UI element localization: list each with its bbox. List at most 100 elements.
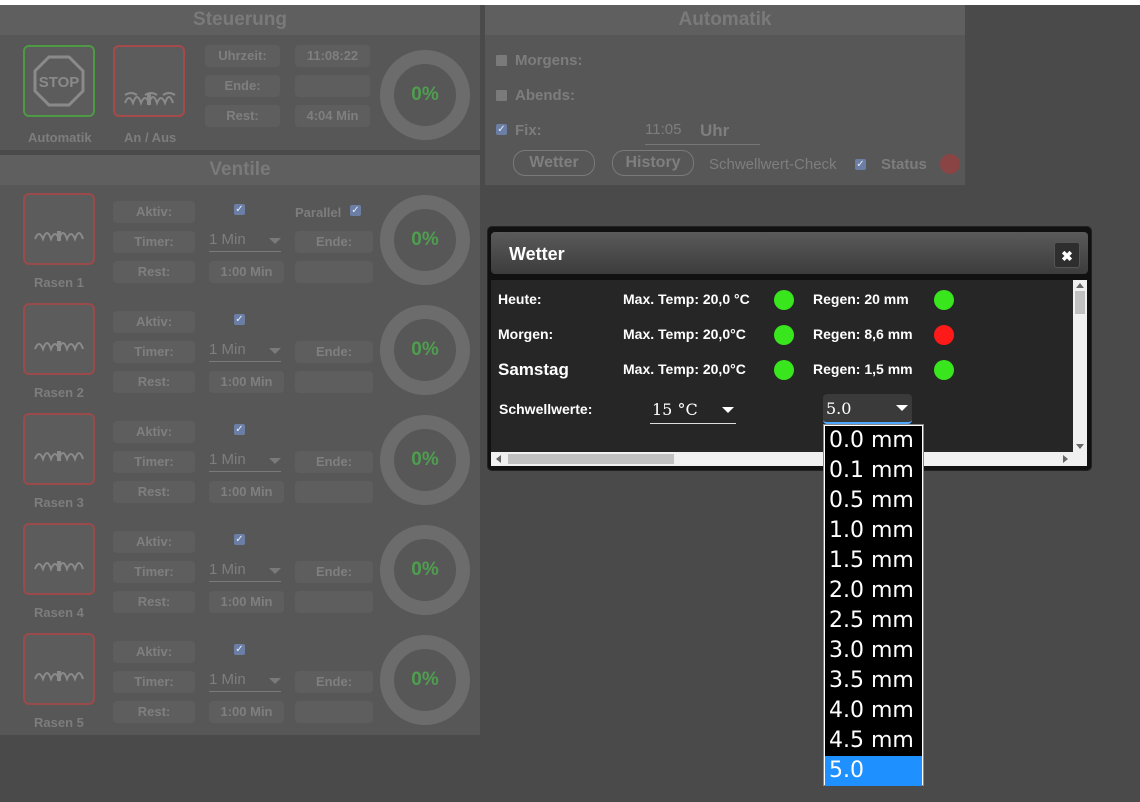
scroll-down-icon[interactable] bbox=[1076, 444, 1084, 449]
an-aus-label: An / Aus bbox=[124, 130, 177, 145]
rain-option[interactable]: 1.5 mm bbox=[825, 546, 922, 576]
ende-value bbox=[295, 481, 373, 503]
ventil-name: Rasen 2 bbox=[34, 385, 84, 400]
aktiv-checkbox[interactable]: ✓ bbox=[234, 424, 245, 435]
sprinkler-icon bbox=[34, 561, 84, 572]
rain-text: Regen: 8,6 mm bbox=[813, 326, 913, 342]
temp-status-dot bbox=[774, 325, 794, 345]
temp-text: Max. Temp: 20,0°C bbox=[623, 361, 746, 377]
ende-label: Ende: bbox=[295, 561, 373, 583]
sprinkler-icon bbox=[34, 231, 84, 242]
caret-down-icon bbox=[269, 348, 281, 354]
ventil-toggle-button[interactable] bbox=[23, 303, 95, 375]
timer-select[interactable]: 1 Min bbox=[209, 341, 281, 362]
timer-select[interactable]: 1 Min bbox=[209, 451, 281, 472]
scroll-thumb[interactable] bbox=[508, 454, 674, 464]
rest-value: 1:00 Min bbox=[209, 481, 284, 503]
aktiv-checkbox[interactable]: ✓ bbox=[234, 534, 245, 545]
aktiv-checkbox[interactable]: ✓ bbox=[234, 314, 245, 325]
ende-label: Ende: bbox=[295, 231, 373, 253]
history-button[interactable]: History bbox=[612, 150, 694, 176]
abends-checkbox[interactable] bbox=[496, 90, 507, 101]
rest-label: Rest: bbox=[113, 701, 195, 723]
fix-unit: Uhr bbox=[700, 121, 730, 140]
ventil-name: Rasen 1 bbox=[34, 275, 84, 290]
timer-value: 1 Min bbox=[209, 561, 246, 578]
timer-value: 1 Min bbox=[209, 231, 246, 248]
rain-threshold-select[interactable]: 5.0 bbox=[823, 394, 912, 424]
temp-status-dot bbox=[774, 360, 794, 380]
aktiv-label: Aktiv: bbox=[113, 421, 195, 443]
scroll-thumb[interactable] bbox=[1075, 291, 1085, 314]
caret-down-icon bbox=[269, 458, 281, 464]
rain-option[interactable]: 0.5 mm bbox=[825, 486, 922, 516]
morgens-checkbox[interactable] bbox=[496, 55, 507, 66]
parallel-checkbox[interactable]: ✓ bbox=[350, 205, 361, 216]
fix-checkbox[interactable]: ✓ bbox=[496, 124, 507, 135]
vertical-scrollbar[interactable] bbox=[1073, 280, 1087, 452]
ventil-toggle-button[interactable] bbox=[23, 193, 95, 265]
ventil-toggle-button[interactable] bbox=[23, 633, 95, 705]
ventil-toggle-button[interactable] bbox=[23, 413, 95, 485]
timer-select[interactable]: 1 Min bbox=[209, 561, 281, 582]
horizontal-scrollbar[interactable] bbox=[491, 452, 1073, 466]
caret-down-icon bbox=[896, 405, 908, 411]
ventil-name: Rasen 5 bbox=[34, 715, 84, 730]
status-indicator bbox=[940, 154, 960, 174]
fix-underline bbox=[645, 144, 760, 145]
rain-threshold-dropdown: 0.0 mm 0.1 mm 0.5 mm 1.0 mm 1.5 mm 2.0 mm 2.5 … bbox=[823, 424, 924, 786]
rain-option[interactable]: 1.0 mm bbox=[825, 516, 922, 546]
timer-label: Timer: bbox=[113, 561, 195, 583]
scroll-left-icon[interactable] bbox=[496, 455, 501, 463]
rain-option[interactable]: 5.0 bbox=[825, 756, 922, 786]
timer-select[interactable]: 1 Min bbox=[209, 231, 281, 252]
status-label: Status bbox=[881, 156, 927, 173]
ende-value bbox=[295, 371, 373, 393]
rain-option[interactable]: 2.0 mm bbox=[825, 576, 922, 606]
aktiv-checkbox[interactable]: ✓ bbox=[234, 644, 245, 655]
rain-option[interactable]: 0.0 mm bbox=[825, 426, 922, 456]
schwellwert-checkbox[interactable]: ✓ bbox=[855, 159, 866, 170]
sprinkler-icon bbox=[34, 341, 84, 352]
temp-text: Max. Temp: 20,0 °C bbox=[623, 291, 750, 307]
ventile-panel: Ventile Rasen 1 Aktiv: ✓ Parallel ✓ Time… bbox=[0, 155, 480, 735]
stop-sign-icon: STOP bbox=[33, 55, 85, 107]
rest-value: 1:00 Min bbox=[209, 261, 284, 283]
rain-text: Regen: 1,5 mm bbox=[813, 361, 913, 377]
rain-option[interactable]: 4.5 mm bbox=[825, 726, 922, 756]
timer-select[interactable]: 1 Min bbox=[209, 671, 281, 692]
temp-text: Max. Temp: 20,0°C bbox=[623, 326, 746, 342]
scroll-right-icon[interactable] bbox=[1063, 455, 1068, 463]
rest-label: Rest: bbox=[113, 481, 195, 503]
rain-option[interactable]: 3.5 mm bbox=[825, 666, 922, 696]
wetter-button[interactable]: Wetter bbox=[513, 150, 595, 176]
rain-option[interactable]: 4.0 mm bbox=[825, 696, 922, 726]
ventil-name: Rasen 3 bbox=[34, 495, 84, 510]
rest-value: 4:04 Min bbox=[295, 105, 370, 127]
rain-option[interactable]: 2.5 mm bbox=[825, 606, 922, 636]
stop-label: STOP bbox=[39, 74, 80, 91]
timer-value: 1 Min bbox=[209, 671, 246, 688]
automatik-panel: Automatik Morgens: Abends: ✓ Fix: 11:05 … bbox=[485, 5, 965, 185]
dialog-body: Heute: Max. Temp: 20,0 °C Regen: 20 mm M… bbox=[491, 280, 1073, 452]
timer-label: Timer: bbox=[113, 231, 195, 253]
aktiv-checkbox[interactable]: ✓ bbox=[234, 204, 245, 215]
sprinkler-icon bbox=[34, 671, 84, 682]
temp-threshold-select[interactable]: 15 °C bbox=[650, 399, 736, 424]
rest-label: Rest: bbox=[113, 371, 195, 393]
timer-value: 1 Min bbox=[209, 341, 246, 358]
scroll-up-icon[interactable] bbox=[1076, 283, 1084, 288]
stop-button[interactable]: STOP bbox=[23, 45, 95, 117]
rain-option[interactable]: 0.1 mm bbox=[825, 456, 922, 486]
ventil-name: Rasen 4 bbox=[34, 605, 84, 620]
parallel-label: Parallel bbox=[295, 205, 342, 220]
sprinkler-icon bbox=[124, 92, 176, 106]
fix-time-input[interactable]: 11:05 bbox=[645, 121, 681, 138]
ende-value bbox=[295, 261, 373, 283]
ventil-toggle-button[interactable] bbox=[23, 523, 95, 595]
temp-threshold-value: 15 °C bbox=[652, 400, 698, 419]
ende-value bbox=[295, 701, 373, 723]
close-icon[interactable]: ✖ bbox=[1054, 242, 1080, 268]
rain-option[interactable]: 3.0 mm bbox=[825, 636, 922, 666]
an-aus-button[interactable] bbox=[113, 45, 185, 117]
